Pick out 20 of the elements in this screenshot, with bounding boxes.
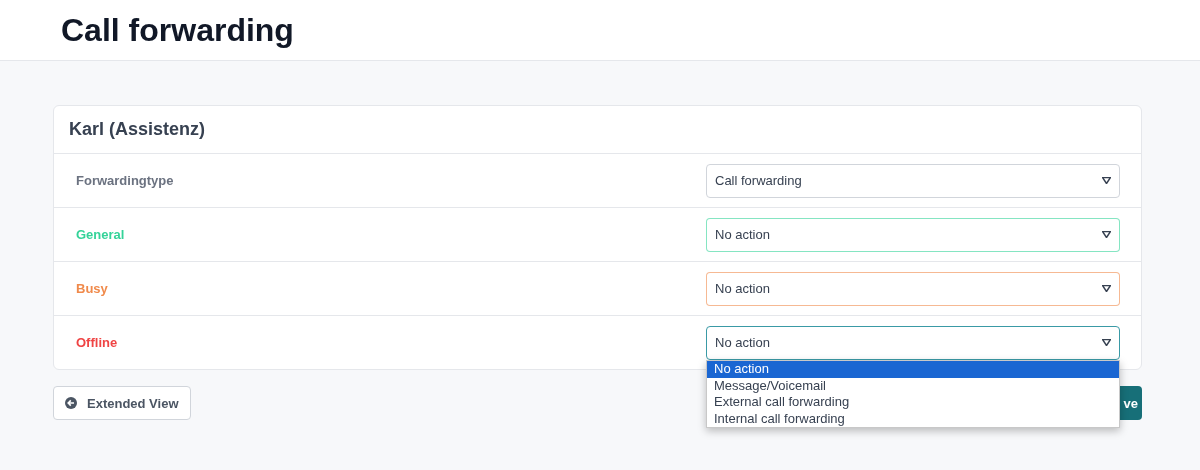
dropdown-option[interactable]: External call forwarding [707,394,1119,411]
caret-icon [1102,231,1111,238]
field-label: Offline [76,335,118,350]
dropdown-option[interactable]: No action [707,361,1119,378]
caret-icon [1102,177,1111,184]
back-arrow-icon [65,397,77,409]
page-title: Call forwarding [61,11,294,49]
field-label: Forwardingtype [76,173,174,188]
select-field[interactable]: Call forwarding [706,163,1120,198]
caret-icon [1102,339,1111,346]
select-field[interactable]: No action [706,271,1120,306]
field-label: Busy [76,281,108,296]
caret-icon [1102,285,1111,292]
field-label: General [76,227,125,242]
card-title: Karl (Assistenz) [54,106,1141,154]
select-field[interactable]: No action [706,217,1120,252]
dropdown-option[interactable]: Internal call forwarding [707,410,1119,427]
dropdown-option[interactable]: Message/Voicemail [707,377,1119,394]
select-field[interactable]: No action [706,325,1120,360]
extended-view-button[interactable]: Extended View [53,386,191,420]
